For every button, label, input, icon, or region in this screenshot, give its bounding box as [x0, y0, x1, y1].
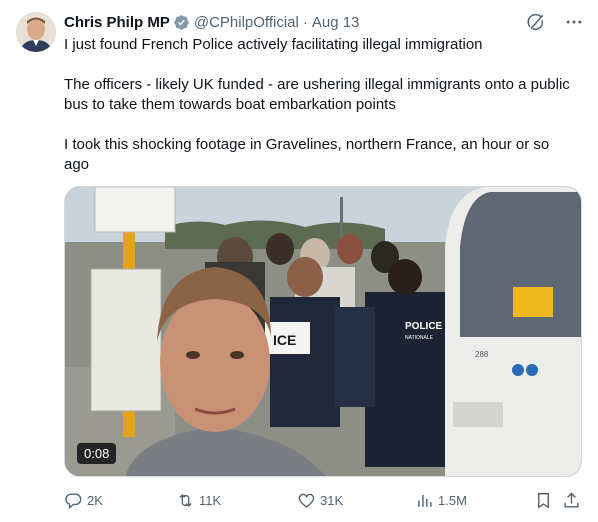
repost-count: 11K: [199, 492, 222, 508]
police-vest-text: ICE: [273, 332, 296, 348]
grok-icon[interactable]: [526, 12, 546, 32]
tweet-paragraph: I took this shocking footage in Gravelin…: [64, 136, 550, 173]
author-handle[interactable]: @CPhilpOfficial: [194, 14, 299, 31]
tweet-paragraph: The officers - likely UK funded - are us…: [64, 76, 570, 113]
view-count: 1.5M: [438, 492, 467, 508]
tweet[interactable]: Chris Philp MP @CPhilpOfficial · Aug 13: [0, 0, 598, 522]
police-vest-text: POLICE: [405, 321, 443, 332]
reply-icon: [65, 492, 82, 509]
video-duration: 0:08: [77, 443, 117, 464]
video-frame[interactable]: ICE POLICE NATIONALE 288: [65, 187, 582, 477]
avatar[interactable]: [16, 12, 56, 52]
video-player[interactable]: ICE POLICE NATIONALE 288 0:08: [64, 186, 582, 477]
tweet-text: I just found French Police actively faci…: [64, 35, 574, 175]
bookmark-button[interactable]: [534, 491, 557, 510]
share-icon: [564, 491, 579, 508]
reply-count: 2K: [87, 492, 103, 508]
share-button[interactable]: [562, 491, 585, 510]
tweet-top-actions: [526, 12, 584, 32]
tweet-paragraph: I just found French Police actively faci…: [64, 36, 483, 53]
views-icon: [418, 494, 432, 507]
author-name[interactable]: Chris Philp MP: [64, 14, 170, 31]
repost-button[interactable]: 11K: [176, 491, 221, 510]
like-count: 31K: [320, 492, 344, 508]
tweet-header: Chris Philp MP @CPhilpOfficial · Aug 13: [64, 12, 359, 32]
reply-button[interactable]: 2K: [64, 491, 103, 510]
bookmark-icon: [538, 492, 549, 509]
bus-number: 288: [475, 350, 489, 359]
views-button[interactable]: 1.5M: [415, 491, 467, 510]
like-button[interactable]: 31K: [297, 491, 343, 510]
repost-icon: [179, 493, 192, 507]
tweet-date[interactable]: Aug 13: [312, 14, 360, 31]
separator-dot: ·: [302, 13, 308, 31]
verified-badge-icon[interactable]: [173, 14, 190, 31]
tweet-actions: 2K 11K 31K 1.5M: [64, 489, 582, 511]
more-icon[interactable]: [564, 12, 584, 32]
heart-icon: [298, 493, 315, 508]
police-vest-text: NATIONALE: [405, 335, 434, 341]
